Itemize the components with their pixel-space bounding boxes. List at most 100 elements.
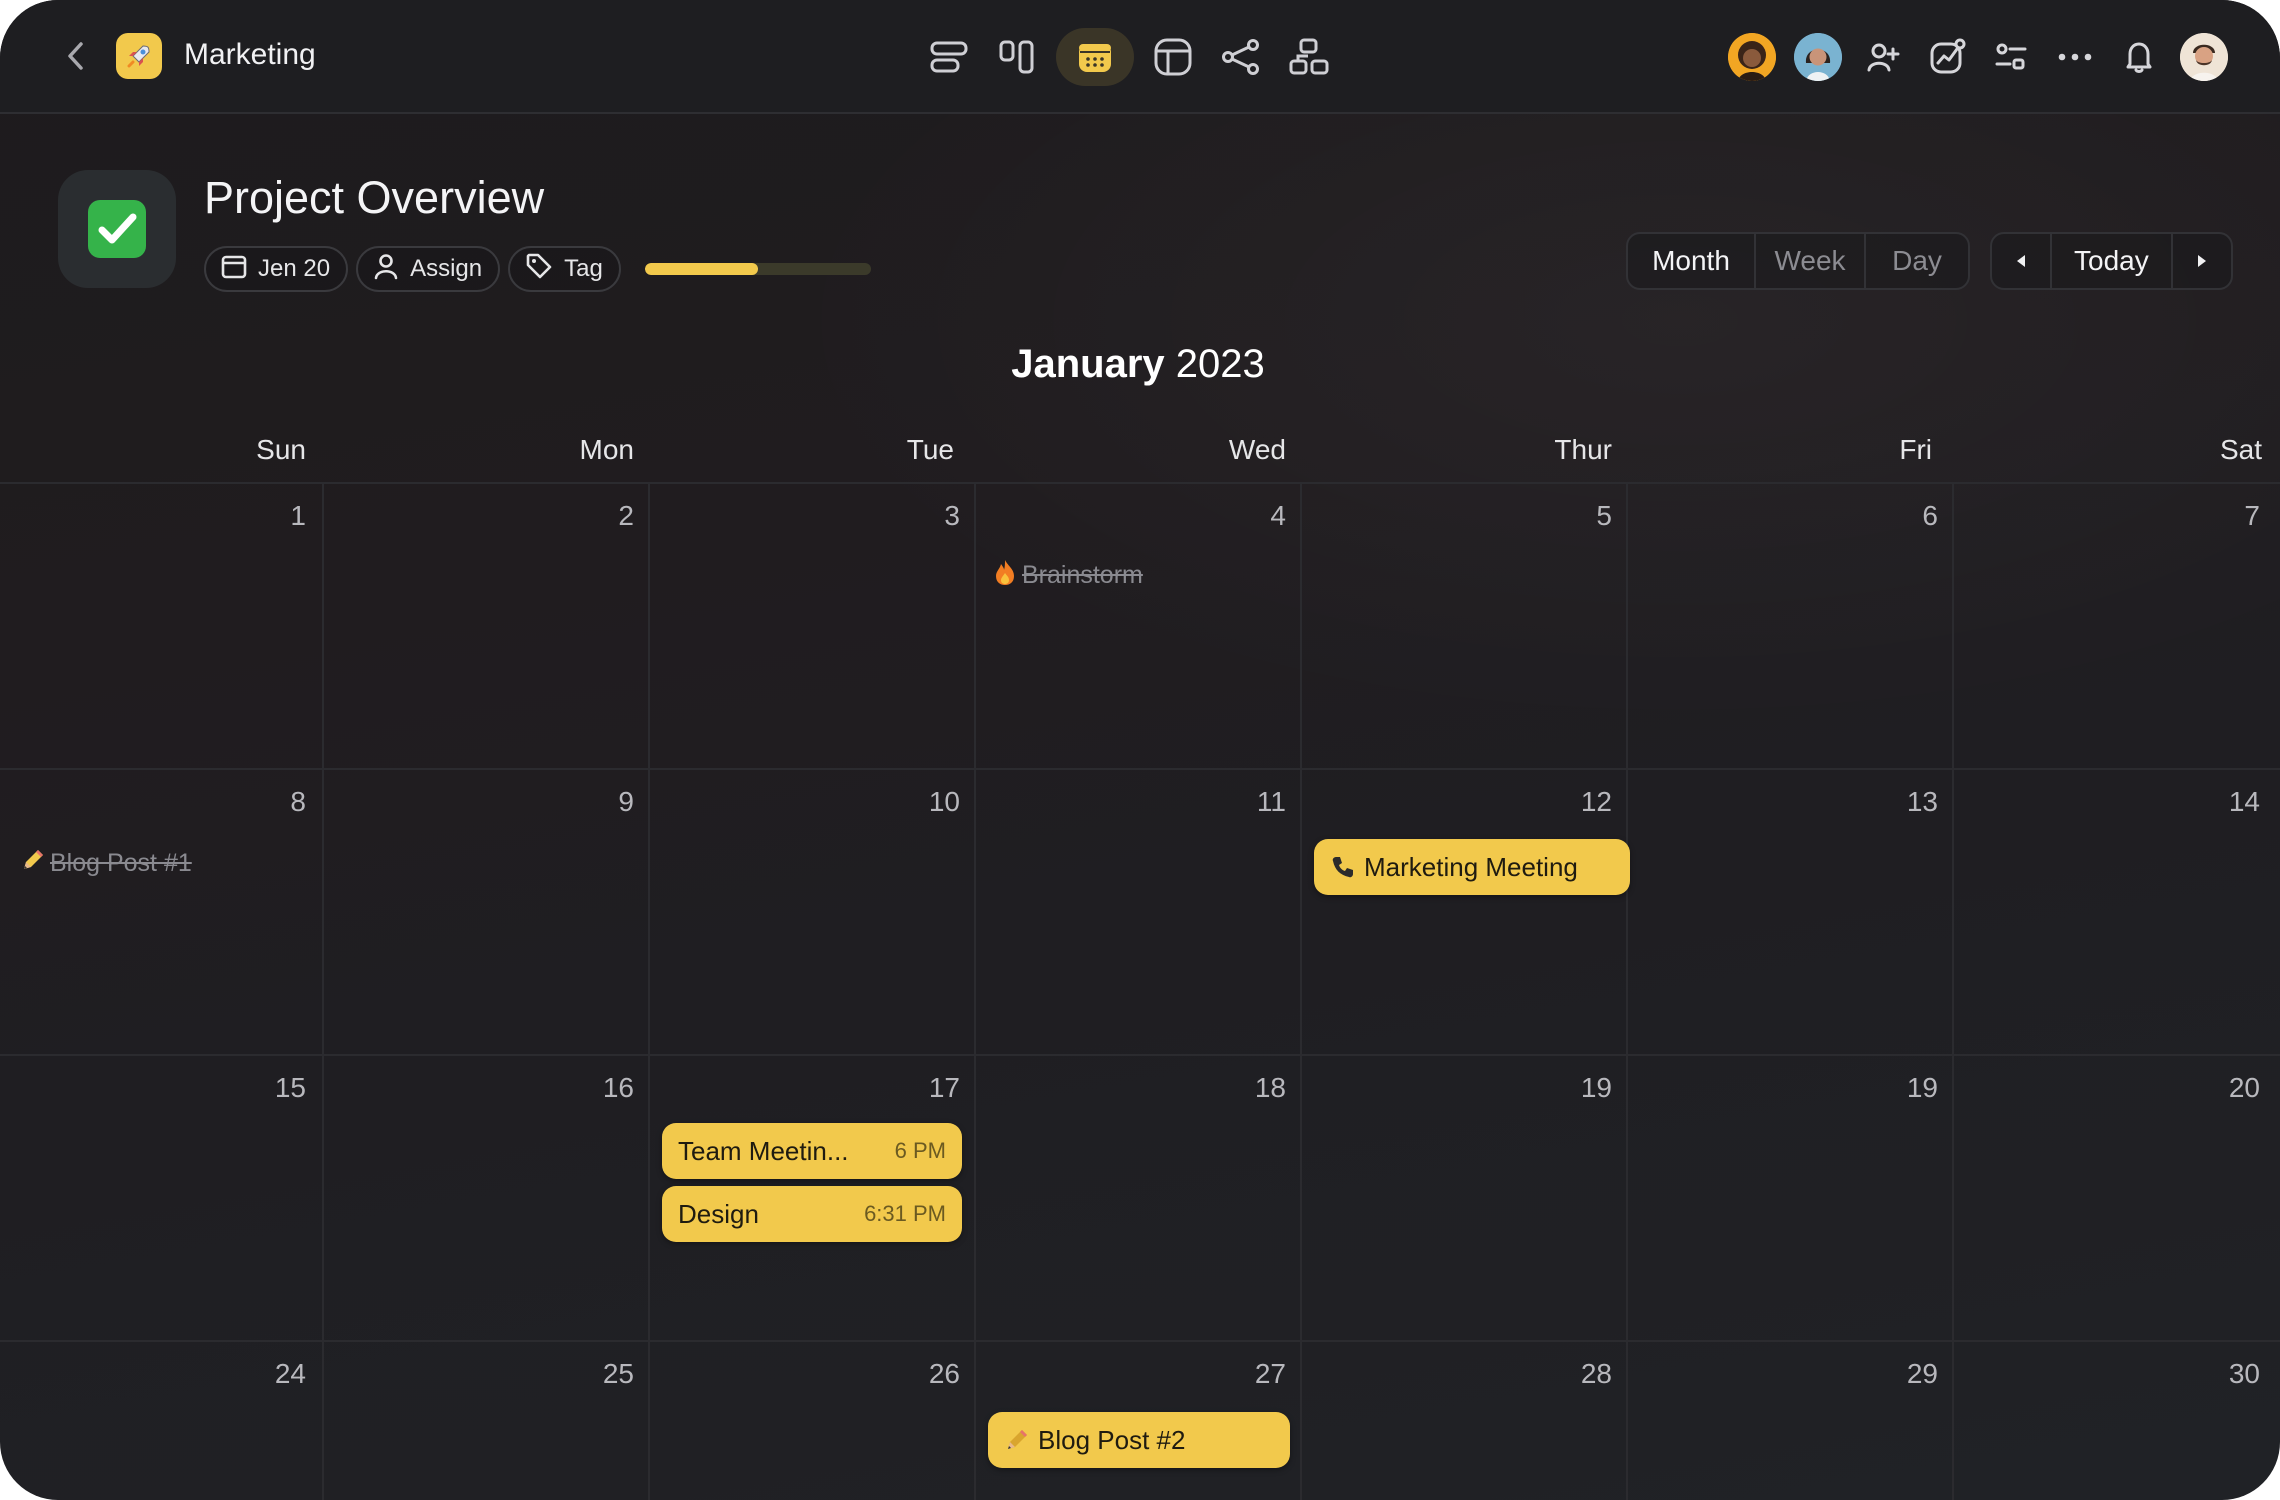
weekday-header: Sun Mon Tue Wed Thur Fri Sat: [0, 434, 2280, 484]
board-view-icon[interactable]: [988, 28, 1046, 86]
day-cell-number[interactable]: 14: [2200, 786, 2260, 818]
event-title: Brainstorm: [1022, 561, 1143, 589]
progress-fill: [644, 263, 758, 275]
weekday-fri: Fri: [1899, 434, 1932, 465]
event-team-meeting[interactable]: Team Meetin... 6 PM: [662, 1123, 962, 1179]
view-mode-control: Month Week Day: [1626, 232, 1970, 290]
event-brainstorm[interactable]: Brainstorm: [992, 558, 1143, 593]
event-title: Team Meetin...: [678, 1135, 849, 1166]
member-avatar-2[interactable]: [1794, 33, 1842, 81]
day-cell-number[interactable]: 5: [1552, 500, 1612, 532]
list-view-icon[interactable]: [920, 28, 978, 86]
event-blog-post-1[interactable]: Blog Post #1: [20, 847, 192, 880]
day-cell-number[interactable]: 12: [1552, 786, 1612, 818]
day-cell-number[interactable]: 15: [246, 1072, 306, 1104]
day-cell-number[interactable]: 7: [2200, 500, 2260, 532]
progress-bar: [644, 263, 871, 275]
project-meta: Jen 20 Assign Tag: [204, 246, 871, 292]
event-time: 6:31 PM: [864, 1201, 946, 1226]
day-cell-number[interactable]: 10: [900, 786, 960, 818]
table-view-icon[interactable]: [1144, 28, 1202, 86]
project-icon[interactable]: [58, 170, 176, 288]
toolbar-right: [1728, 30, 2228, 84]
day-cell-number[interactable]: 26: [900, 1358, 960, 1390]
date-chip[interactable]: Jen 20: [204, 246, 349, 292]
add-member-icon[interactable]: [1860, 34, 1906, 80]
date-navigation: Today: [1990, 232, 2233, 290]
tag-chip-label: Tag: [564, 255, 603, 282]
day-cell-number[interactable]: 18: [1226, 1072, 1286, 1104]
day-cell-number[interactable]: 27: [1226, 1358, 1286, 1390]
weekday-tue: Tue: [906, 434, 954, 465]
weekday-sun: Sun: [256, 434, 306, 465]
day-cell-number[interactable]: 17: [900, 1072, 960, 1104]
month-name: January: [1011, 342, 1165, 386]
today-button[interactable]: Today: [2050, 234, 2173, 288]
day-cell-number[interactable]: 8: [246, 786, 306, 818]
weekday-wed: Wed: [1228, 434, 1286, 465]
weekday-mon: Mon: [579, 434, 634, 465]
weekday-thur: Thur: [1554, 434, 1612, 465]
month-mode-button[interactable]: Month: [1628, 234, 1756, 288]
event-title: Blog Post #1: [50, 849, 192, 877]
day-cell-number[interactable]: 20: [2200, 1072, 2260, 1104]
day-cell-number[interactable]: 19: [1878, 1072, 1938, 1104]
event-time: 6 PM: [894, 1138, 946, 1163]
rocket-icon[interactable]: [116, 33, 162, 79]
workflow-view-icon[interactable]: [1212, 28, 1270, 86]
event-design[interactable]: Design 6:31 PM: [662, 1186, 962, 1242]
assign-chip[interactable]: Assign: [356, 246, 501, 292]
top-bar: Marketing: [0, 0, 2280, 114]
day-cell-number[interactable]: 16: [574, 1072, 634, 1104]
day-cell-number[interactable]: 28: [1552, 1358, 1612, 1390]
event-title: Design: [678, 1198, 759, 1229]
phone-icon: [1330, 854, 1356, 880]
day-cell-number[interactable]: 11: [1226, 786, 1286, 818]
weekday-sat: Sat: [2219, 434, 2262, 465]
week-mode-button[interactable]: Week: [1756, 234, 1866, 288]
assign-chip-label: Assign: [410, 255, 483, 282]
chevron-left-icon[interactable]: [58, 36, 94, 76]
pencil-icon: [20, 847, 46, 880]
event-blog-post-2[interactable]: Blog Post #2: [988, 1412, 1290, 1468]
next-arrow-icon[interactable]: [2173, 234, 2231, 288]
calendar-grid: [0, 482, 2280, 1500]
filter-icon[interactable]: [1988, 34, 2034, 80]
calendar-view-icon[interactable]: [1056, 28, 1134, 86]
day-mode-button[interactable]: Day: [1866, 234, 1968, 288]
day-cell-number[interactable]: 13: [1878, 786, 1938, 818]
month-title: January 2023: [0, 342, 2276, 387]
app-window: Marketing Project Overview Jen 20 Assign…: [0, 0, 2280, 1500]
tag-chip[interactable]: Tag: [508, 246, 621, 292]
event-title: Marketing Meeting: [1364, 851, 1578, 882]
project-title[interactable]: Project Overview: [204, 172, 544, 224]
map-view-icon[interactable]: [1280, 28, 1338, 86]
day-cell-number[interactable]: 1: [246, 500, 306, 532]
user-avatar[interactable]: [2180, 33, 2228, 81]
day-cell-number[interactable]: 2: [574, 500, 634, 532]
day-cell-number[interactable]: 19: [1552, 1072, 1612, 1104]
day-cell-number[interactable]: 25: [574, 1358, 634, 1390]
day-cell-number[interactable]: 24: [246, 1358, 306, 1390]
event-marketing-meeting[interactable]: Marketing Meeting: [1314, 839, 1630, 895]
day-cell-number[interactable]: 3: [900, 500, 960, 532]
check-icon: [88, 200, 146, 258]
date-chip-label: Jen 20: [258, 255, 331, 282]
event-title: Blog Post #2: [1038, 1424, 1186, 1455]
analytics-icon[interactable]: [1924, 34, 1970, 80]
pencil-icon: [1004, 1427, 1030, 1453]
day-cell-number[interactable]: 30: [2200, 1358, 2260, 1390]
workspace-title: Marketing: [184, 38, 316, 71]
more-icon[interactable]: [2052, 34, 2098, 80]
day-cell-number[interactable]: 4: [1226, 500, 1286, 532]
fire-icon: [992, 558, 1018, 593]
day-cell-number[interactable]: 9: [574, 786, 634, 818]
day-cell-number[interactable]: 29: [1878, 1358, 1938, 1390]
month-year: 2023: [1175, 342, 1265, 386]
person-icon: [372, 252, 400, 287]
bell-icon[interactable]: [2116, 34, 2162, 80]
member-avatar-1[interactable]: [1728, 33, 1776, 81]
day-cell-number[interactable]: 6: [1878, 500, 1938, 532]
tag-icon: [524, 251, 554, 288]
previous-arrow-icon[interactable]: [1992, 234, 2050, 288]
